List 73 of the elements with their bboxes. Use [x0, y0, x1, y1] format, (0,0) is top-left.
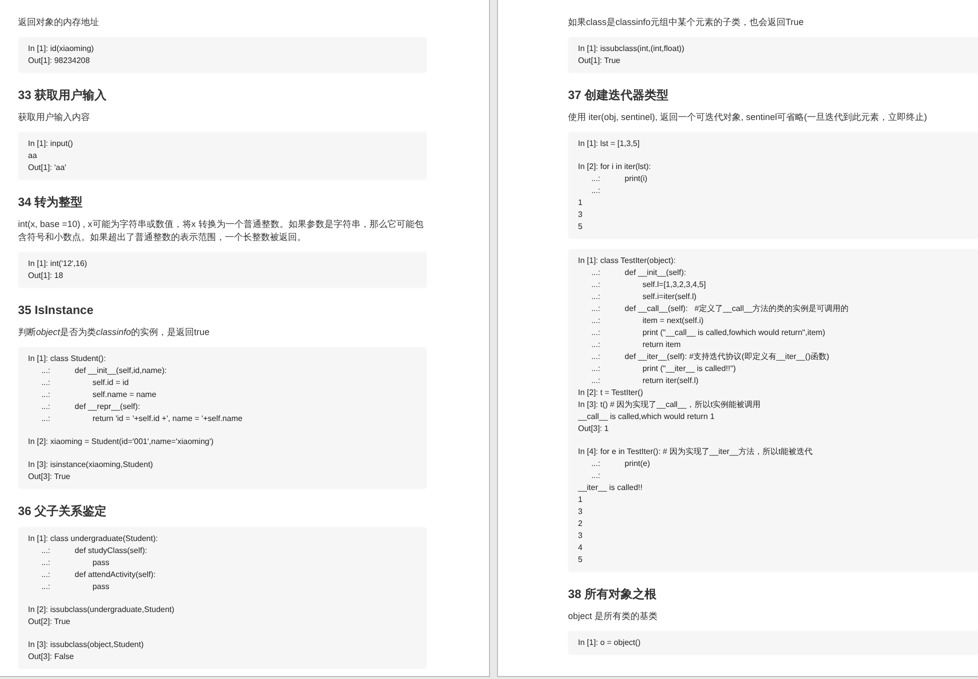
code-line: Out[1]: 'aa': [28, 162, 68, 174]
code-line: In [2]: xiaoming = Student(id='001',name='xiaoming'): [28, 436, 215, 448]
code-line: ...: return iter(self.l): [590, 375, 700, 387]
code-line: Out[2]: True: [28, 616, 72, 628]
code-line: In [1]: issubclass(int,(int,float)): [578, 43, 686, 55]
code-line: In [4]: for e in TestIter(): # 因为实现了__iter__方法，所以t能被迭代: [578, 446, 814, 458]
code-line: ...: return item: [590, 339, 682, 351]
section-heading: 35 IsInstance: [18, 303, 94, 318]
paragraph: int(x, base =10) , x可能为字符串或数值，将x 转换为一个普通整数。如果参数是字符串，那么它可能包含符号和小数点。如果超出了普通整数的表示范围，一个长整数被返回。: [18, 218, 424, 244]
code-line: ...: pass: [40, 581, 110, 593]
code-line: In [1]: int('12',16): [28, 258, 88, 270]
code-line: In [2]: t = TestIter(): [578, 387, 644, 399]
code-line: ...:: [590, 185, 602, 197]
code-line: In [3]: issubclass(object,Student): [28, 639, 145, 651]
code-line: ...: self.name = name: [40, 389, 158, 401]
code-line: Out[1]: 18: [28, 270, 64, 282]
code-line: Out[3]: 1: [578, 423, 610, 435]
code-line: ...: print(i): [590, 173, 648, 185]
code-line: 3: [578, 506, 584, 518]
code-line: ...: self.i=iter(self.l): [590, 291, 698, 303]
section-heading: 36 父子关系鉴定: [18, 504, 108, 519]
code-line: In [1]: id(xiaoming): [28, 43, 95, 55]
code-line: ...: pass: [40, 557, 110, 569]
code-line: In [2]: for i in iter(lst):: [578, 161, 652, 173]
code-line: In [1]: lst = [1,3,5]: [578, 138, 641, 150]
code-line: Out[1]: True: [578, 55, 622, 67]
code-line: Out[1]: 98234208: [28, 55, 91, 67]
code-line: 2: [578, 518, 584, 530]
code-line: ...: def __iter__(self): #支持迭代协议(即定义有__iter__()函数): [590, 351, 830, 363]
code-line: Out[3]: False: [28, 651, 75, 663]
paragraph: 使用 iter(obj, sentinel), 返回一个可迭代对象, sentinel可省略(一旦迭代到此元素，立即终止): [568, 111, 928, 124]
code-line: 5: [578, 554, 584, 566]
code-line: ...: def __repr__(self):: [40, 401, 142, 413]
code-line: ...: self.id = id: [40, 377, 130, 389]
code-line: 4: [578, 542, 584, 554]
section-heading: 34 转为整型: [18, 195, 84, 210]
code-line: In [3]: isinstance(xiaoming,Student): [28, 459, 154, 471]
code-line: ...: print ("__call__ is called,fowhich would return",item): [590, 327, 826, 339]
code-line: ...: def __call__(self): #定义了__call__方法的类的实例是可调用的: [590, 303, 850, 315]
paragraph: object 是所有类的基类: [568, 610, 659, 623]
code-line: ...: print(e): [590, 458, 652, 470]
code-line: ...: print ("__iter__ is called!!"): [590, 363, 737, 375]
code-line: ...: def attendActivity(self):: [40, 569, 157, 581]
code-line: 1: [578, 197, 584, 209]
section-heading: 38 所有对象之根: [568, 587, 658, 602]
paragraph: 判断object是否为类classinfo的实例，是返回true: [18, 326, 211, 339]
code-line: In [1]: o = object(): [578, 637, 642, 649]
section-heading: 33 获取用户输入: [18, 88, 108, 103]
code-line: In [2]: issubclass(undergraduate,Student): [28, 604, 176, 616]
code-line: ...: def __init__(self,id,name):: [40, 365, 168, 377]
section-heading: 37 创建迭代器类型: [568, 88, 670, 103]
code-line: 3: [578, 530, 584, 542]
code-line: ...:: [590, 470, 602, 482]
code-line: In [1]: class Student():: [28, 353, 107, 365]
code-line: Out[3]: True: [28, 471, 72, 483]
code-line: 3: [578, 209, 584, 221]
code-line: In [1]: class undergraduate(Student):: [28, 533, 159, 545]
paragraph: 返回对象的内存地址: [18, 16, 100, 29]
code-line: 5: [578, 221, 584, 233]
code-line: ...: def __init__(self):: [590, 267, 688, 279]
code-line: 1: [578, 494, 584, 506]
code-line: ...: def studyClass(self):: [40, 545, 148, 557]
code-line: In [3]: t() # 因为实现了__call__，所以t实例能被调用: [578, 399, 762, 411]
paragraph: 如果class是classinfo元组中某个元素的子类，也会返回True: [568, 16, 805, 29]
code-line: In [1]: input(): [28, 138, 74, 150]
paragraph: 获取用户输入内容: [18, 111, 91, 124]
code-line: In [1]: class TestIter(object):: [578, 255, 677, 267]
code-line: ...: return 'id = '+self.id +', name = '+self.name: [40, 413, 244, 425]
code-line: __iter__ is called!!: [578, 482, 644, 494]
code-line: ...: item = next(self.i): [590, 315, 705, 327]
code-line: __call__ is called,which would return 1: [578, 411, 716, 423]
code-line: aa: [28, 150, 38, 162]
code-line: ...: self.l=[1,3,2,3,4,5]: [590, 279, 707, 291]
